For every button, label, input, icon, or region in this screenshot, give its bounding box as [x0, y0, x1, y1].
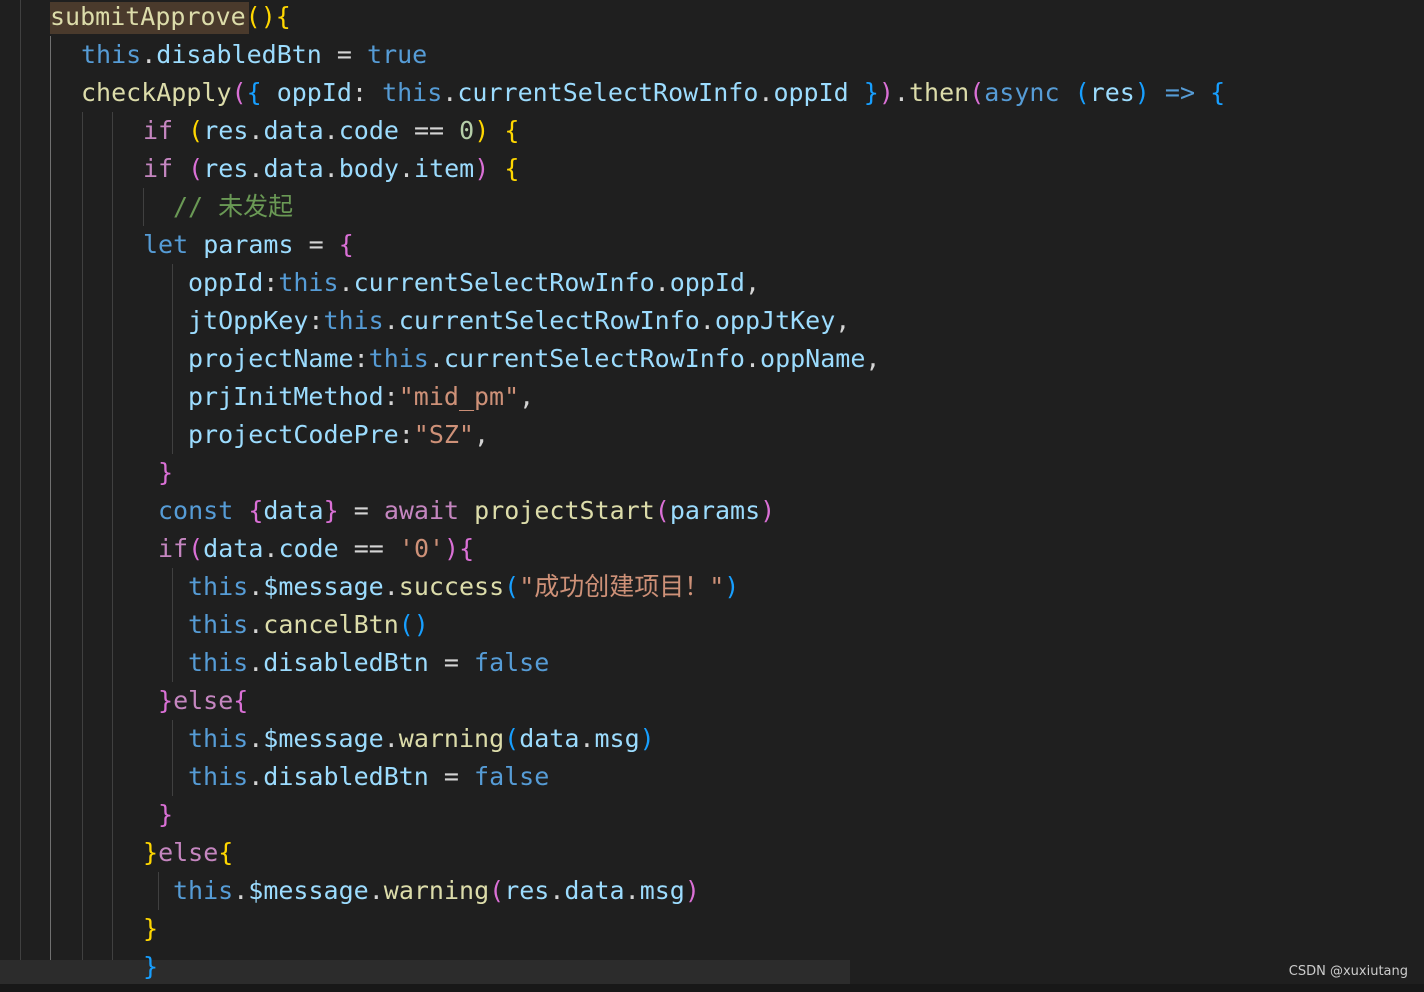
editor-bottom-border: [0, 984, 1424, 992]
code-line[interactable]: this.disabledBtn = false: [188, 758, 549, 796]
code-line[interactable]: }else{: [158, 682, 248, 720]
code-line[interactable]: oppId:this.currentSelectRowInfo.oppId,: [188, 264, 760, 302]
watermark: CSDN @xuxiutang: [1288, 964, 1408, 979]
indent-guide: [82, 112, 83, 984]
indent-guide: [172, 568, 173, 682]
code-line[interactable]: }: [158, 454, 173, 492]
code-line[interactable]: }: [158, 796, 173, 834]
code-comment: // 未发起: [173, 192, 294, 221]
code-line[interactable]: checkApply({ oppId: this.currentSelectRo…: [81, 74, 1225, 112]
code-line[interactable]: if (res.data.code == 0) {: [143, 112, 519, 150]
code-line[interactable]: this.disabledBtn = true: [81, 36, 427, 74]
code-line[interactable]: }: [143, 948, 158, 986]
code-line[interactable]: this.$message.warning(res.data.msg): [173, 872, 700, 910]
indent-guide: [158, 872, 159, 910]
code-line[interactable]: if (res.data.body.item) {: [143, 150, 519, 188]
code-line[interactable]: jtOppKey:this.currentSelectRowInfo.oppJt…: [188, 302, 850, 340]
code-line[interactable]: this.$message.warning(data.msg): [188, 720, 655, 758]
indent-guide: [143, 188, 144, 226]
code-line[interactable]: this.cancelBtn(): [188, 606, 429, 644]
code-line[interactable]: submitApprove(){: [50, 0, 291, 36]
indent-guide: [20, 0, 21, 984]
indent-guide: [112, 112, 113, 984]
code-line[interactable]: this.$message.success("成功创建项目！"): [188, 568, 739, 606]
code-line[interactable]: this.disabledBtn = false: [188, 644, 549, 682]
code-editor[interactable]: submitApprove(){ this.disabledBtn = true…: [0, 0, 1424, 992]
code-line[interactable]: projectCodePre:"SZ",: [188, 416, 489, 454]
code-line[interactable]: if(data.code == '0'){: [158, 530, 474, 568]
code-line[interactable]: projectName:this.currentSelectRowInfo.op…: [188, 340, 880, 378]
indent-guide: [172, 264, 173, 454]
code-line[interactable]: const {data} = await projectStart(params…: [158, 492, 775, 530]
indent-guide: [172, 720, 173, 796]
code-line[interactable]: // 未发起: [173, 188, 293, 226]
function-name: submitApprove: [50, 2, 246, 31]
code-line[interactable]: }: [143, 910, 158, 948]
indent-guide: [50, 36, 51, 984]
current-line-highlight: [0, 960, 850, 984]
code-line[interactable]: prjInitMethod:"mid_pm",: [188, 378, 534, 416]
code-line[interactable]: let params = {: [143, 226, 354, 264]
code-line[interactable]: }else{: [143, 834, 233, 872]
